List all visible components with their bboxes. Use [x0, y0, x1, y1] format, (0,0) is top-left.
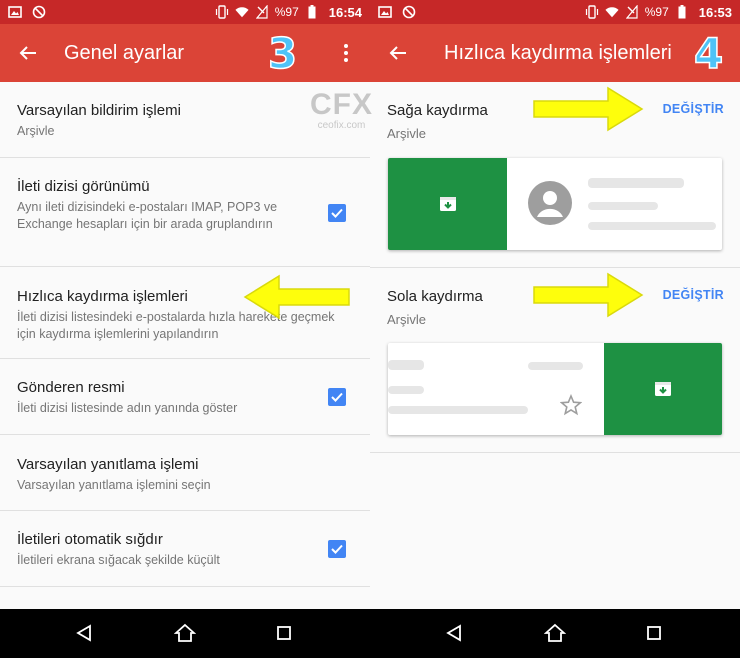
nav-back-icon — [446, 624, 461, 642]
right-screen: %97 16:53 Hızlıca kaydırma işlemleri 4 S… — [370, 0, 740, 609]
battery-icon — [305, 5, 319, 19]
page-title: Genel ayarlar — [64, 41, 185, 64]
yellow-arrow-left — [243, 274, 350, 320]
archive-icon — [439, 197, 456, 211]
more-options-button[interactable] — [330, 37, 362, 69]
watermark: CFX ceofix.com — [310, 88, 373, 131]
nav-home-icon — [544, 623, 566, 642]
back-arrow-icon — [389, 46, 406, 60]
right-swipe-action: Arşivle — [387, 126, 427, 141]
nav-back-button[interactable] — [442, 621, 466, 645]
setting-title: Varsayılan yanıtlama işlemi — [17, 456, 199, 473]
nav-recents-button[interactable] — [272, 621, 296, 645]
no-signal-icon — [625, 5, 639, 19]
no-signal-icon — [255, 5, 269, 19]
nav-home-button[interactable] — [543, 621, 567, 645]
yellow-arrow-right-top — [533, 86, 644, 132]
setting-default-reply-action[interactable]: Varsayılan yanıtlama işlemi Varsayılan y… — [0, 435, 370, 511]
vibrate-icon — [585, 5, 599, 19]
checkbox-auto-fit[interactable] — [328, 540, 346, 558]
back-arrow-icon — [19, 46, 36, 60]
check-icon — [331, 208, 343, 218]
image-icon — [8, 5, 22, 19]
status-bar: %97 16:53 — [370, 0, 740, 24]
clock: 16:54 — [328, 4, 362, 20]
wifi-icon — [605, 5, 619, 19]
app-bar: Hızlıca kaydırma işlemleri 4 — [370, 24, 740, 82]
setting-conversation-view[interactable]: İleti dizisi görünümü Aynı ileti dizisin… — [0, 158, 370, 267]
checkbox-sender-image[interactable] — [328, 388, 346, 406]
placeholder-line — [388, 360, 424, 370]
setting-title: İleti dizisi görünümü — [17, 178, 150, 195]
setting-subtitle: Arşivle — [17, 124, 55, 138]
back-button[interactable] — [0, 24, 56, 82]
setting-title: İletileri otomatik sığdır — [17, 531, 163, 548]
nav-recents-icon — [277, 626, 291, 640]
block-icon — [32, 5, 46, 19]
left-swipe-change-button[interactable]: DEĞİŞTİR — [663, 288, 724, 302]
vibrate-icon — [215, 5, 229, 19]
page-title: Hızlıca kaydırma işlemleri — [444, 41, 672, 64]
check-icon — [331, 392, 343, 402]
setting-sender-image[interactable]: Gönderen resmi İleti dizisi listesinde a… — [0, 359, 370, 435]
step-number: 3 — [267, 29, 298, 78]
nav-back-icon — [76, 624, 91, 642]
checkbox-conversation-view[interactable] — [328, 204, 346, 222]
step-number: 4 — [693, 29, 724, 78]
setting-subtitle: Aynı ileti dizisindeki e-postaları IMAP,… — [17, 200, 278, 231]
nav-home-button[interactable] — [173, 621, 197, 645]
nav-recents-icon — [647, 626, 661, 640]
nav-home-icon — [174, 623, 196, 642]
avatar-icon — [528, 181, 572, 225]
battery-percent: %97 — [644, 5, 669, 19]
right-swipe-change-button[interactable]: DEĞİŞTİR — [663, 102, 724, 116]
archive-icon — [655, 382, 671, 396]
swipe-archive-area — [604, 343, 722, 435]
divider — [370, 452, 740, 453]
watermark-site: ceofix.com — [317, 120, 366, 131]
star-icon — [560, 394, 582, 416]
placeholder-line — [388, 406, 528, 414]
placeholder-line — [388, 386, 424, 394]
navigation-bar — [0, 609, 740, 658]
setting-title: Varsayılan bildirim işlemi — [17, 102, 181, 119]
left-swipe-label: Sola kaydırma — [387, 288, 483, 305]
placeholder-line — [528, 362, 583, 370]
image-icon — [378, 5, 392, 19]
setting-title: Gönderen resmi — [17, 379, 125, 396]
left-swipe-action: Arşivle — [387, 312, 427, 327]
battery-icon — [675, 5, 689, 19]
block-icon — [402, 5, 416, 19]
nav-recents-button[interactable] — [642, 621, 666, 645]
more-vert-icon — [344, 44, 348, 62]
yellow-arrow-right-bottom — [533, 272, 644, 318]
placeholder-line — [588, 178, 684, 188]
wifi-icon — [235, 5, 249, 19]
status-bar: %97 16:54 — [0, 0, 370, 24]
left-swipe-preview-card — [388, 343, 722, 435]
nav-back-button[interactable] — [72, 621, 96, 645]
setting-subtitle: İletileri ekrana sığacak şekilde küçült — [17, 553, 220, 567]
setting-subtitle: İleti dizisi listesinde adın yanında gös… — [17, 401, 238, 415]
watermark-logo: CFX — [310, 88, 373, 121]
setting-auto-fit-messages[interactable]: İletileri otomatik sığdır İletileri ekra… — [0, 511, 370, 587]
check-icon — [331, 544, 343, 554]
swipe-archive-area — [388, 158, 507, 250]
right-swipe-label: Sağa kaydırma — [387, 102, 488, 119]
right-swipe-preview-card — [388, 158, 722, 250]
battery-percent: %97 — [274, 5, 299, 19]
setting-subtitle: Varsayılan yanıtlama işlemini seçin — [17, 478, 211, 492]
placeholder-line — [588, 202, 658, 210]
back-button[interactable] — [370, 24, 426, 82]
clock: 16:53 — [698, 4, 732, 20]
app-bar: Genel ayarlar 3 — [0, 24, 370, 82]
placeholder-line — [588, 222, 716, 230]
